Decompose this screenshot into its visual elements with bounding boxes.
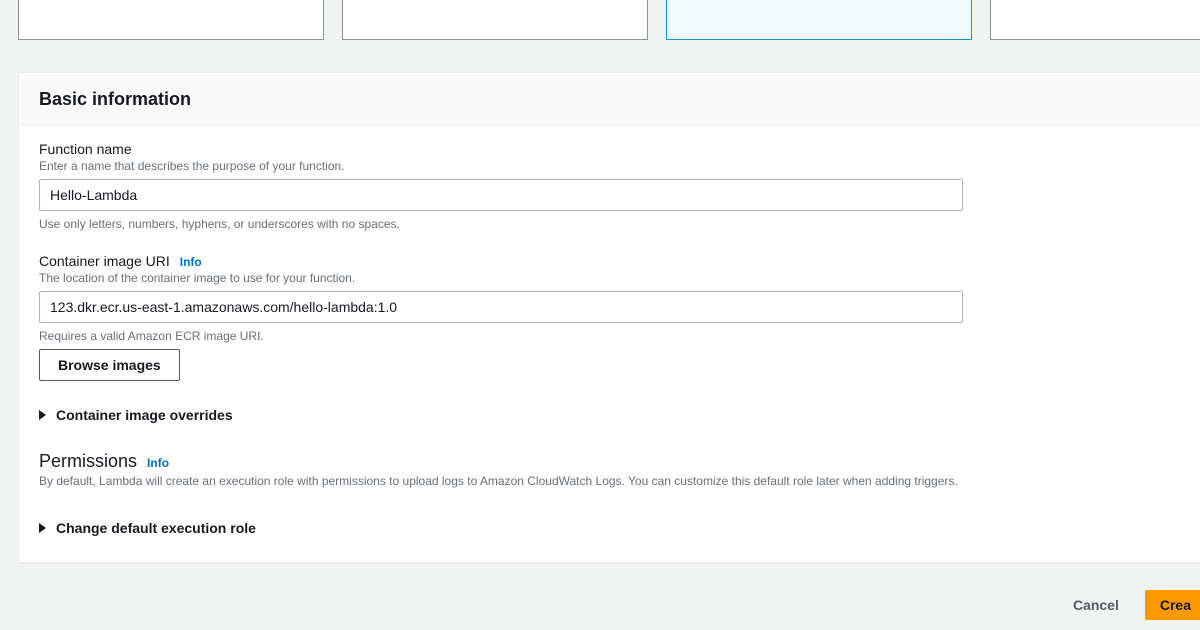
container-image-group: Container image URI Info The location of…	[39, 253, 1180, 381]
permissions-section: Permissions Info By default, Lambda will…	[39, 451, 1180, 536]
function-name-constraint: Use only letters, numbers, hyphens, or u…	[39, 217, 1180, 231]
change-default-execution-role-expander[interactable]: Change default execution role	[39, 520, 1180, 536]
panel-header: Basic information	[19, 73, 1200, 125]
footer-actions: Cancel Crea	[1061, 590, 1200, 620]
creation-type-cards: Repository.	[18, 0, 1200, 40]
container-image-constraint: Requires a valid Amazon ECR image URI.	[39, 329, 1180, 343]
function-name-group: Function name Enter a name that describe…	[39, 141, 1180, 231]
container-image-info-link[interactable]: Info	[180, 255, 202, 269]
function-name-label: Function name	[39, 141, 1180, 157]
option-card-1[interactable]	[18, 0, 324, 40]
cancel-button[interactable]: Cancel	[1061, 591, 1131, 619]
option-card-3-selected[interactable]	[666, 0, 972, 40]
container-image-hint: The location of the container image to u…	[39, 271, 1180, 285]
container-image-label: Container image URI	[39, 253, 170, 269]
change-default-execution-role-label: Change default execution role	[56, 520, 256, 536]
basic-information-panel: Basic information Function name Enter a …	[18, 72, 1200, 563]
caret-right-icon	[39, 410, 46, 420]
container-image-uri-input[interactable]	[39, 291, 963, 323]
permissions-description: By default, Lambda will create an execut…	[39, 474, 1180, 488]
create-function-button[interactable]: Crea	[1145, 590, 1200, 620]
option-card-2[interactable]	[342, 0, 648, 40]
permissions-title: Permissions	[39, 451, 137, 472]
panel-title: Basic information	[39, 89, 1180, 110]
container-image-overrides-label: Container image overrides	[56, 407, 233, 423]
permissions-info-link[interactable]: Info	[147, 456, 169, 470]
function-name-hint: Enter a name that describes the purpose …	[39, 159, 1180, 173]
option-card-4[interactable]: Repository.	[990, 0, 1200, 40]
function-name-input[interactable]	[39, 179, 963, 211]
caret-right-icon	[39, 523, 46, 533]
browse-images-button[interactable]: Browse images	[39, 349, 180, 381]
container-image-overrides-expander[interactable]: Container image overrides	[39, 407, 1180, 423]
